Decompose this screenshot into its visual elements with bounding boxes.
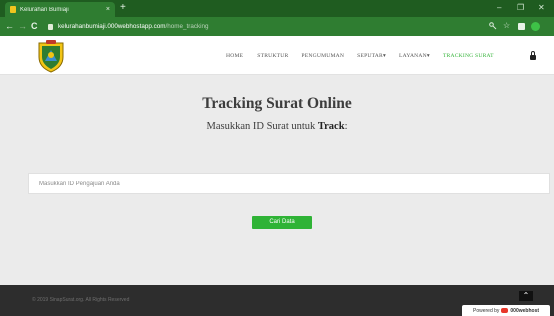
search-button[interactable]: Cari Data [252, 216, 312, 229]
secure-lock-icon [48, 23, 53, 30]
login-lock-icon[interactable] [530, 51, 536, 60]
url-field[interactable]: kelurahanbumiaji.000webhostapp.com /home… [48, 20, 458, 33]
nav-pengumuman[interactable]: PENGUMUMAN [301, 53, 344, 59]
reload-icon[interactable]: C [31, 20, 38, 32]
new-tab-icon[interactable]: + [120, 2, 126, 14]
subtitle-prefix: Masukkan ID Surat untuk [206, 121, 318, 132]
browser-tab[interactable]: Kelurahan Bumiaji × [5, 2, 115, 17]
nav-tracking-surat[interactable]: TRACKING SURAT [443, 53, 494, 59]
nav-seputar-label: SEPUTAR [357, 52, 383, 59]
nav-struktur[interactable]: STRUKTUR [257, 53, 288, 59]
tab-title: Kelurahan Bumiaji [20, 6, 69, 13]
browser-address-bar: ← → C kelurahanbumiaji.000webhostapp.com… [0, 17, 554, 36]
kota-batu-logo[interactable] [36, 39, 66, 73]
back-icon[interactable]: ← [5, 20, 14, 32]
browser-tab-bar: Kelurahan Bumiaji × + – ❐ ✕ [0, 0, 554, 17]
site-header: HOME STRUKTUR PENGUMUMAN SEPUTAR▾ LAYANA… [0, 36, 554, 75]
powered-by-brand: 000webhost [510, 307, 540, 314]
subtitle-suffix: : [344, 121, 348, 132]
key-icon[interactable] [489, 22, 497, 30]
minimize-icon[interactable]: – [497, 2, 501, 14]
subtitle-bold: Track [317, 121, 345, 132]
nav-layanan-label: LAYANAN [398, 52, 427, 59]
chevron-down-icon: ▾ [382, 52, 386, 59]
bookmark-star-icon[interactable]: ☆ [503, 20, 510, 32]
profile-avatar-icon[interactable] [531, 22, 540, 31]
page-subtitle: Masukkan ID Surat untuk Track: [0, 121, 554, 132]
main-nav: HOME STRUKTUR PENGUMUMAN SEPUTAR▾ LAYANA… [226, 36, 494, 75]
powered-by-badge[interactable]: Powered by 000webhost [462, 305, 550, 316]
chevron-up-icon: ⌃ [522, 291, 530, 300]
nav-layanan[interactable]: LAYANAN▾ [399, 53, 430, 59]
scroll-to-top-button[interactable]: ⌃ [519, 291, 533, 301]
maximize-icon[interactable]: ❐ [517, 2, 524, 14]
page-title: Tracking Surat Online [202, 95, 352, 112]
tab-close-icon[interactable]: × [106, 6, 110, 13]
url-path: /home_tracking [165, 23, 209, 30]
forward-icon[interactable]: → [18, 20, 27, 32]
footer-copyright: © 2019 SinapSurat.org. All Rights Reserv… [32, 297, 130, 303]
tracking-id-input[interactable] [28, 173, 550, 194]
chevron-down-icon: ▾ [426, 52, 430, 59]
extension-icon[interactable] [518, 23, 525, 30]
nav-seputar[interactable]: SEPUTAR▾ [357, 53, 386, 59]
webhost-logo-icon [501, 308, 509, 313]
powered-by-label: Powered by [472, 307, 500, 314]
nav-home[interactable]: HOME [226, 53, 243, 59]
close-window-icon[interactable]: ✕ [538, 2, 545, 14]
url-host: kelurahanbumiaji.000webhostapp.com [58, 23, 166, 30]
site-favicon-icon [10, 6, 16, 13]
